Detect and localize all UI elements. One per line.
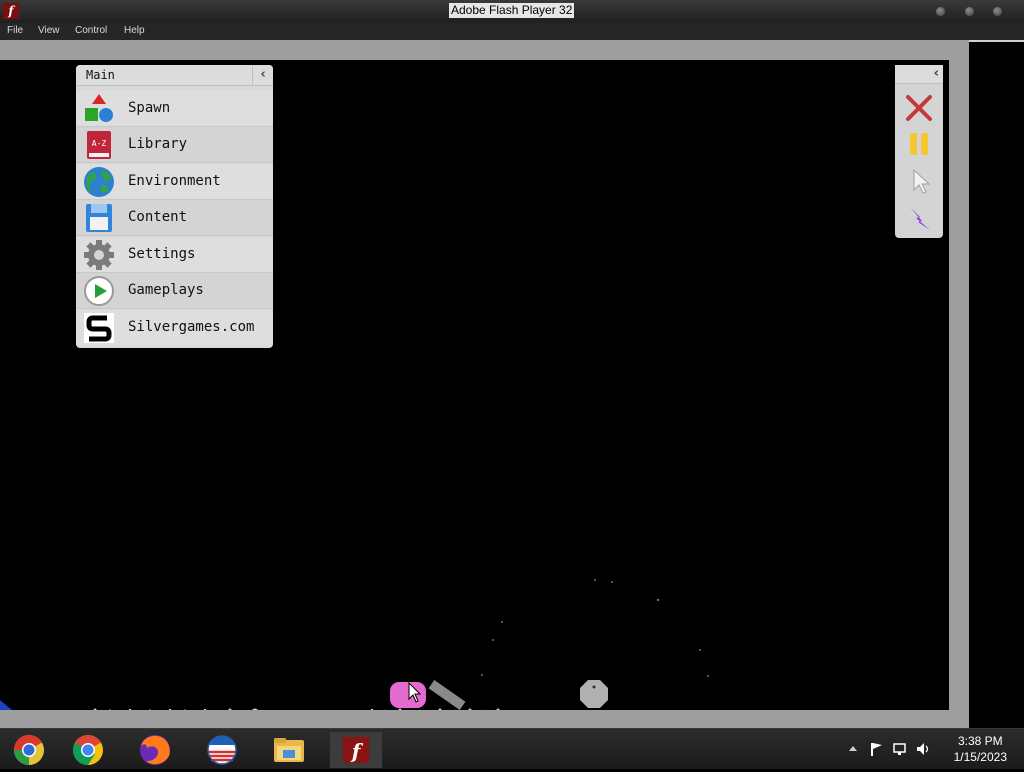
tool-panel: ‹ [895, 65, 943, 238]
pink-particles [94, 709, 500, 711]
book-icon: A-Z [83, 129, 115, 161]
window-right-edge [969, 40, 1024, 728]
taskbar-app-chrome[interactable] [62, 732, 114, 768]
menu-bar: File View Control Help [0, 23, 1024, 40]
collapse-panel-button[interactable]: ‹ [252, 65, 273, 85]
menu-item-gameplays[interactable]: Gameplays [76, 273, 273, 309]
firefox-icon [129, 732, 181, 768]
menu-file[interactable]: File [7, 25, 23, 36]
taskbar-app-browser[interactable] [196, 732, 248, 768]
browser-icon [196, 732, 248, 768]
menu-item-content[interactable]: Content [76, 200, 273, 236]
menu-item-library[interactable]: A-Z Library [76, 127, 273, 163]
menu-label-silvergames: Silvergames.com [128, 319, 254, 335]
show-hidden-icons-icon [849, 746, 857, 751]
dark-particles [481, 579, 709, 677]
pink-object [390, 682, 426, 708]
menu-item-spawn[interactable]: Spawn [76, 91, 273, 127]
cursor-icon[interactable] [904, 166, 934, 196]
shapes-icon [83, 93, 115, 125]
menu-label-library: Library [128, 136, 187, 152]
close-icon[interactable] [904, 93, 934, 123]
play-icon [83, 275, 115, 307]
taskbar-clock[interactable]: 3:38 PM 1/15/2023 [954, 733, 1007, 765]
svg-text:A-Z: A-Z [92, 139, 107, 148]
window-title: Adobe Flash Player 32 [449, 3, 574, 18]
taskbar-app-chrome-dev[interactable] [3, 732, 55, 768]
system-tray [845, 741, 935, 757]
chrome-icon [3, 732, 55, 768]
menu-label-settings: Settings [128, 246, 195, 262]
menu-label-environment: Environment [128, 173, 221, 189]
menu-item-silvergames[interactable]: Silvergames.com [76, 310, 273, 345]
taskbar-app-firefox[interactable] [129, 732, 181, 768]
menu-control[interactable]: Control [75, 25, 107, 36]
close-window-button[interactable] [993, 7, 1002, 16]
menu-help[interactable]: Help [124, 25, 145, 36]
maximize-button[interactable] [965, 7, 974, 16]
action-center-flag-icon [871, 743, 882, 756]
blue-object [0, 700, 20, 710]
gray-plank [429, 680, 466, 710]
gear-icon [83, 239, 115, 271]
panel-title: Main [86, 68, 115, 82]
lightning-icon[interactable] [904, 203, 934, 233]
menu-label-gameplays: Gameplays [128, 282, 204, 298]
menu-item-environment[interactable]: Environment [76, 164, 273, 200]
minimize-button[interactable] [936, 7, 945, 16]
window-edge-line [969, 40, 1024, 42]
volume-icon [917, 743, 928, 755]
pause-icon[interactable] [904, 129, 934, 159]
menu-label-content: Content [128, 209, 187, 225]
menu-view[interactable]: View [38, 25, 60, 36]
menu-label-spawn: Spawn [128, 100, 170, 116]
clock-date: 1/15/2023 [954, 749, 1007, 765]
menu-item-settings[interactable]: Settings [76, 237, 273, 273]
collapse-tools-button[interactable]: ‹ [934, 65, 939, 83]
flash-app-icon: f [3, 3, 19, 19]
network-icon [894, 744, 905, 755]
silvergames-logo-icon [83, 312, 115, 344]
window-titlebar[interactable]: f Adobe Flash Player 32 [0, 0, 1024, 23]
gray-octagon [580, 680, 608, 708]
file-explorer-icon [263, 732, 315, 768]
flash-player-icon: f [330, 732, 382, 768]
main-menu-panel: Main ‹ Spawn A-Z Library [76, 65, 273, 348]
floppy-disk-icon [83, 202, 115, 234]
globe-icon [83, 166, 115, 198]
chrome-icon [62, 732, 114, 768]
panel-header: Main ‹ [76, 65, 273, 86]
clock-time: 3:38 PM [954, 733, 1007, 749]
tool-panel-header: ‹ [895, 65, 943, 84]
taskbar: f 3:38 PM 1/15/2023 [0, 728, 1024, 769]
taskbar-app-file-explorer[interactable] [263, 732, 315, 768]
taskbar-app-flash-player[interactable]: f [330, 732, 382, 768]
